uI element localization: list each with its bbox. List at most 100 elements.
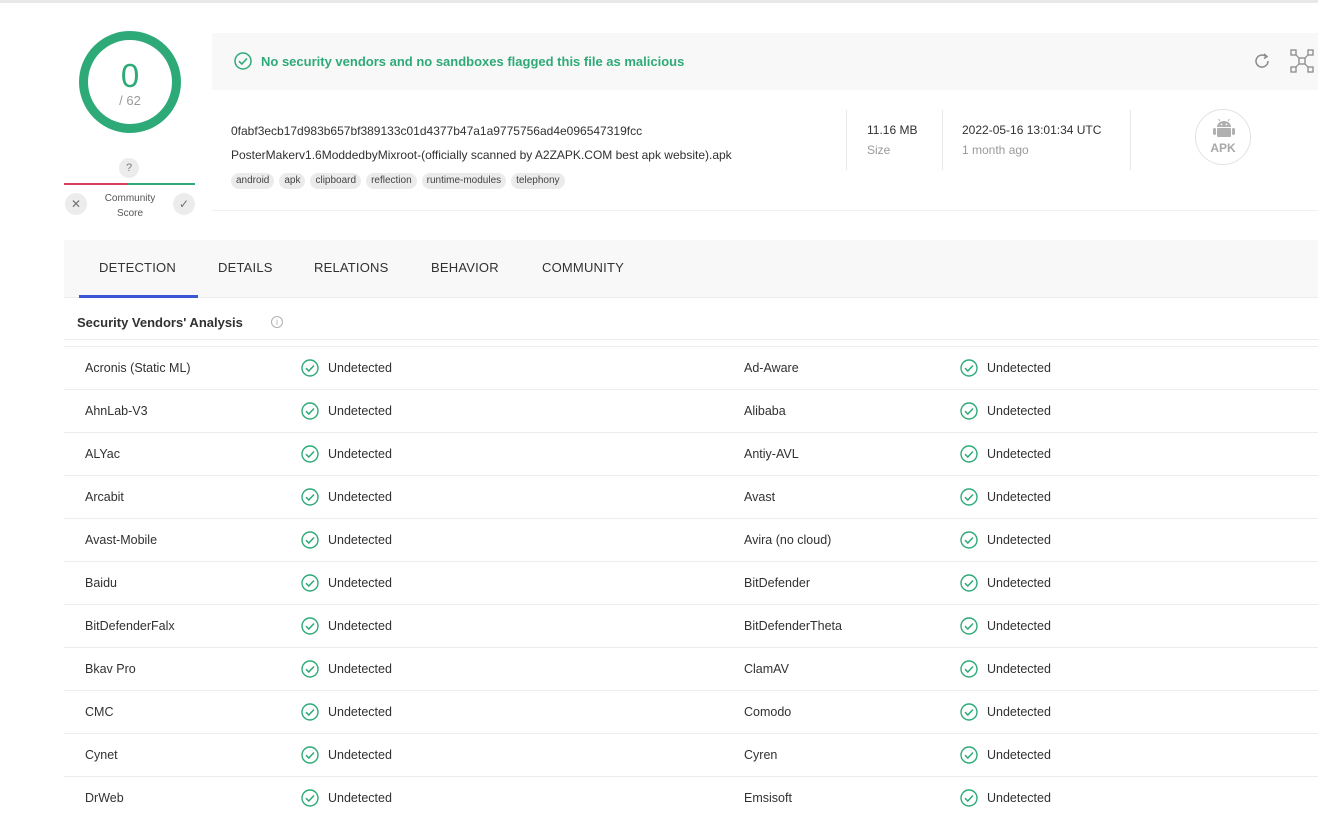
top-divider — [0, 0, 1318, 3]
vendor-result: Undetected — [301, 746, 392, 764]
community-score-label-line1: Community — [104, 193, 156, 204]
vendor-result: Undetected — [301, 402, 392, 420]
vendor-result: Undetected — [301, 574, 392, 592]
check-circle-icon — [960, 617, 978, 635]
tag-android[interactable]: android — [231, 173, 275, 189]
detection-count: 0 — [120, 57, 140, 94]
vendor-result-label: Undetected — [987, 361, 1051, 375]
divider — [942, 110, 943, 170]
verdict-banner: No security vendors and no sandboxes fla… — [212, 33, 1318, 90]
check-circle-icon — [960, 402, 978, 420]
vendor-result-label: Undetected — [328, 361, 392, 375]
check-circle-icon — [301, 402, 319, 420]
vendor-result-label: Undetected — [328, 533, 392, 547]
active-tab-indicator — [79, 295, 198, 298]
vendor-name: Comodo — [744, 705, 792, 719]
check-circle-icon — [960, 531, 978, 549]
check-circle-icon — [301, 789, 319, 807]
vendor-result-label: Undetected — [987, 619, 1051, 633]
check-circle-icon — [301, 359, 319, 377]
tag-reflection[interactable]: reflection — [366, 173, 417, 189]
vendor-result: Undetected — [960, 359, 1051, 377]
vendor-result: Undetected — [960, 531, 1051, 549]
table-row: DrWeb Undetected Emsisoft Undetected — [64, 776, 1318, 816]
check-circle-icon — [960, 488, 978, 506]
section-title: Security Vendors' Analysis — [77, 315, 243, 330]
check-circle-icon — [301, 445, 319, 463]
check-circle-icon — [301, 746, 319, 764]
analysis-date-relative: 1 month ago — [962, 143, 1029, 157]
graph-view-icon[interactable] — [1290, 49, 1314, 73]
table-row: Bkav Pro Undetected ClamAV Undetected — [64, 647, 1318, 690]
reanalyze-icon[interactable] — [1252, 51, 1272, 71]
file-info-panel: 0fabf3ecb17d983b657bf389133c01d4377b47a1… — [212, 90, 1318, 211]
check-circle-icon — [960, 703, 978, 721]
verdict-message: No security vendors and no sandboxes fla… — [261, 54, 685, 69]
table-row: ALYac Undetected Antiy-AVL Undetected — [64, 432, 1318, 475]
vendor-result-label: Undetected — [328, 705, 392, 719]
vendor-name: Bkav Pro — [85, 662, 136, 676]
vendor-result: Undetected — [960, 617, 1051, 635]
engine-total: / 62 — [119, 93, 141, 108]
vendor-result-label: Undetected — [328, 748, 392, 762]
check-circle-icon — [234, 52, 252, 70]
vendor-result: Undetected — [960, 746, 1051, 764]
tab-relations[interactable]: RELATIONS — [314, 260, 389, 275]
table-row: Baidu Undetected BitDefender Undetected — [64, 561, 1318, 604]
vendor-name: Cynet — [85, 748, 118, 762]
detection-score-ring: 0 / 62 — [79, 31, 181, 133]
table-row: Acronis (Static ML) Undetected Ad-Aware Und… — [64, 346, 1318, 389]
tab-community[interactable]: COMMUNITY — [542, 260, 624, 275]
table-row: Avast-Mobile Undetected Avira (no cloud) Un… — [64, 518, 1318, 561]
vendor-name: Cyren — [744, 748, 778, 762]
check-circle-icon — [301, 488, 319, 506]
vendor-name: Arcabit — [85, 490, 124, 504]
vendor-result-label: Undetected — [987, 662, 1051, 676]
tag-runtime-modules[interactable]: runtime-modules — [421, 173, 507, 189]
check-circle-icon — [960, 789, 978, 807]
file-name: PosterMakerv1.6ModdedbyMixroot-(official… — [231, 148, 732, 162]
divider — [1130, 110, 1131, 170]
vendor-result-label: Undetected — [987, 404, 1051, 418]
check-circle-icon — [960, 359, 978, 377]
file-hash[interactable]: 0fabf3ecb17d983b657bf389133c01d4377b47a1… — [231, 124, 642, 138]
tab-details[interactable]: DETAILS — [218, 260, 273, 275]
tab-behavior[interactable]: BEHAVIOR — [431, 260, 499, 275]
community-like-button[interactable]: ✓ — [173, 193, 195, 215]
vendor-result: Undetected — [960, 703, 1051, 721]
vendor-result-label: Undetected — [328, 791, 392, 805]
vendor-result: Undetected — [960, 488, 1051, 506]
vendor-result-label: Undetected — [328, 619, 392, 633]
vendor-result-label: Undetected — [987, 748, 1051, 762]
vendor-result: Undetected — [301, 359, 392, 377]
vendor-name: Avast — [744, 490, 776, 504]
vendor-result: Undetected — [301, 488, 392, 506]
vendor-name: Avast-Mobile — [85, 533, 158, 547]
check-circle-icon — [301, 531, 319, 549]
tag-apk[interactable]: apk — [279, 173, 306, 189]
vendor-result-label: Undetected — [328, 447, 392, 461]
vendor-name: Baidu — [85, 576, 117, 590]
vendor-result: Undetected — [301, 660, 392, 678]
check-circle-icon — [960, 445, 978, 463]
vendor-name: Antiy-AVL — [744, 447, 799, 461]
vendor-name: BitDefender — [744, 576, 811, 590]
community-score-bar-negative — [64, 183, 128, 185]
tag-telephony[interactable]: telephony — [511, 173, 565, 189]
android-icon — [1213, 118, 1235, 137]
vendor-result-label: Undetected — [328, 404, 392, 418]
analysis-date-value: 2022-05-16 13:01:34 UTC — [962, 123, 1102, 137]
vendor-result-label: Undetected — [987, 576, 1051, 590]
vendor-result: Undetected — [960, 789, 1051, 807]
file-type-badge: APK — [1195, 109, 1251, 165]
tab-detection[interactable]: DETECTION — [99, 260, 176, 275]
file-type-label: APK — [1210, 141, 1236, 155]
check-circle-icon — [301, 574, 319, 592]
vendor-name: CMC — [85, 705, 114, 719]
table-row: AhnLab-V3 Undetected Alibaba Undetected — [64, 389, 1318, 432]
community-score-question-icon[interactable]: ? — [119, 158, 139, 178]
info-icon[interactable]: i — [271, 316, 283, 328]
community-dislike-button[interactable]: ✕ — [65, 193, 87, 215]
tag-clipboard[interactable]: clipboard — [310, 173, 362, 189]
vendor-name: Acronis (Static ML) — [85, 361, 191, 375]
